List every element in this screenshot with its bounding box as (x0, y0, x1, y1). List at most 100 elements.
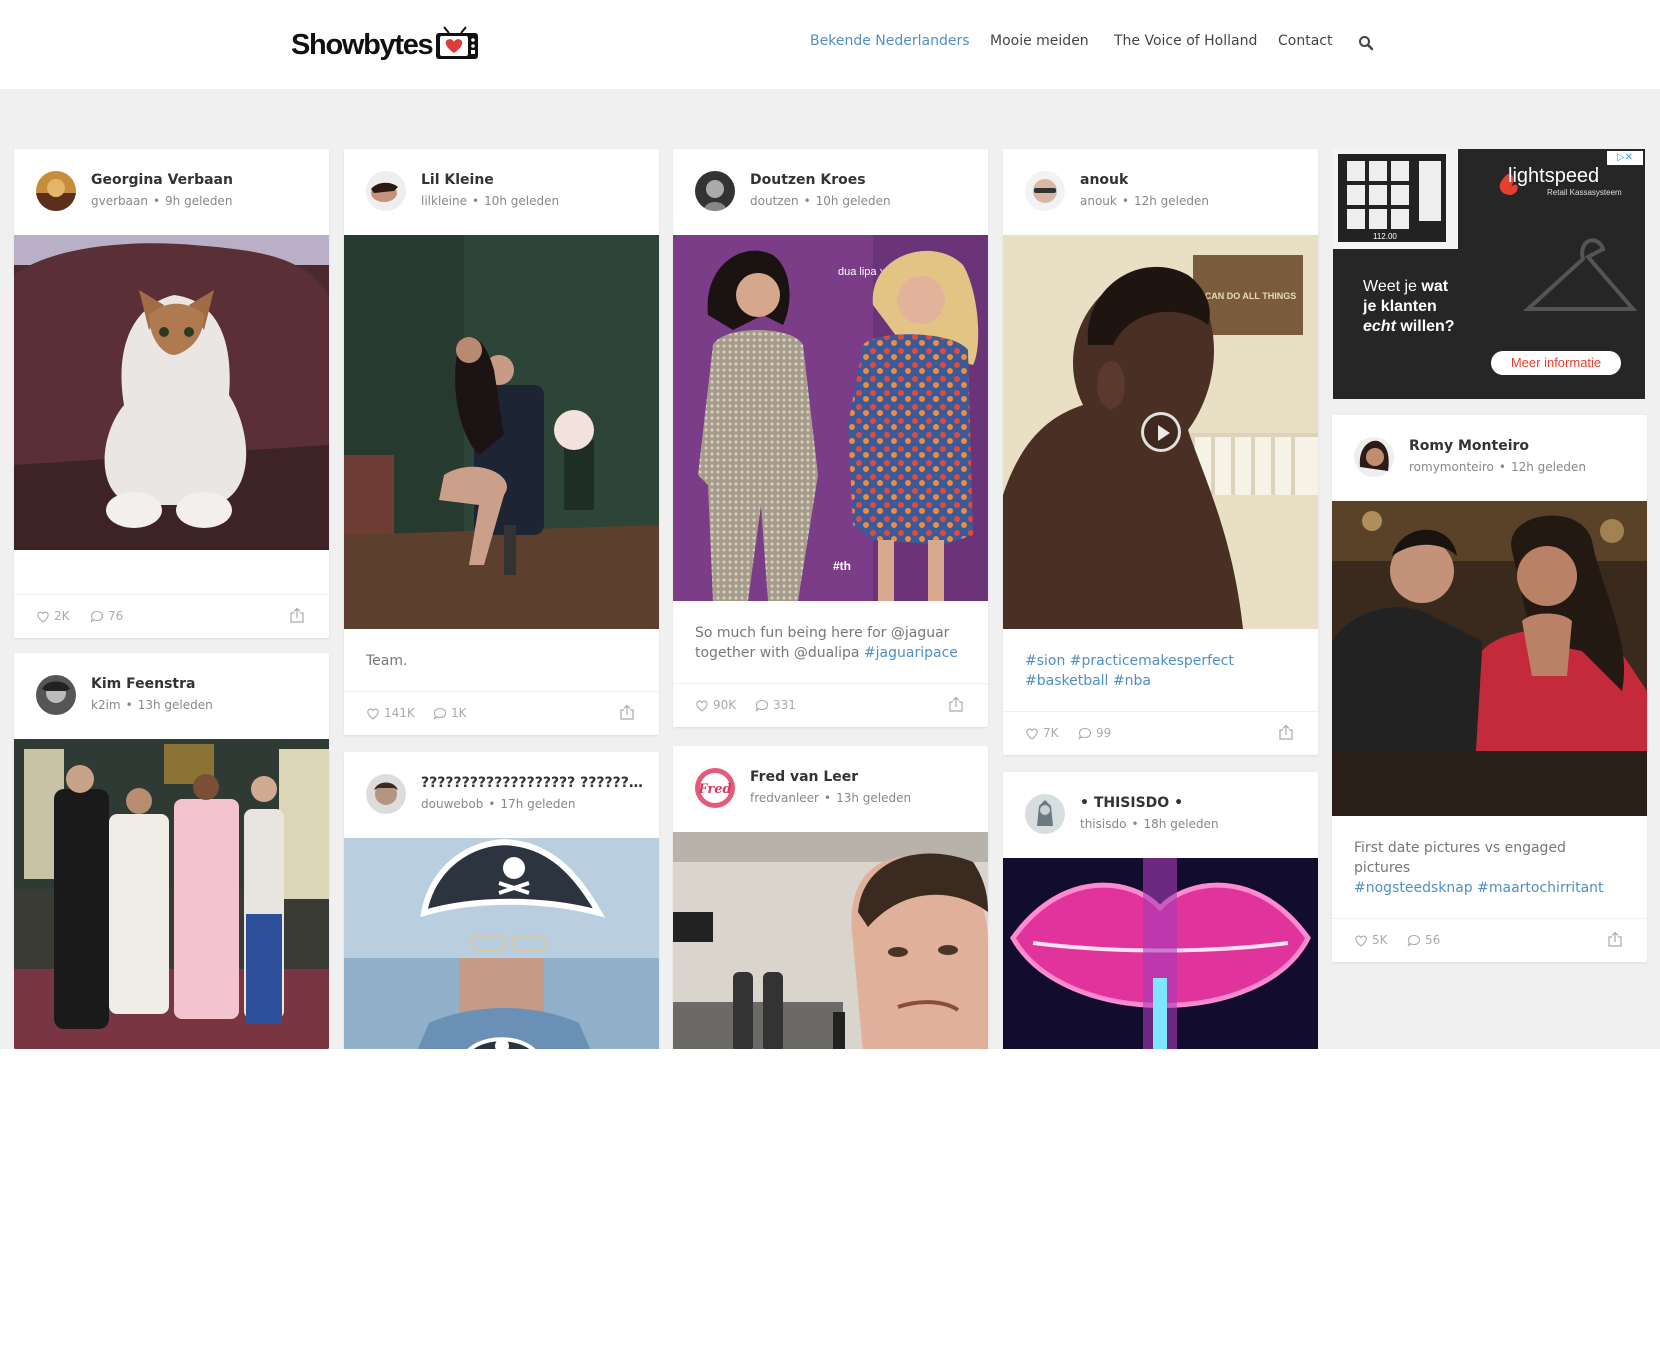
nav-bekende-nederlanders[interactable]: Bekende Nederlanders (810, 33, 970, 49)
comments-count[interactable]: 331 (755, 698, 796, 712)
site-header: Showbytes Bekende Nederlanders Mooie mei… (0, 0, 1660, 89)
heart-icon (1355, 934, 1367, 947)
post-header: • THISISDO • thisisdo • 18h geleden (1003, 772, 1318, 858)
image-text: #th (833, 559, 851, 573)
post-author[interactable]: anouk (1080, 172, 1128, 188)
ad-choices-icon[interactable]: ▷✕ (1607, 151, 1643, 165)
post-handle[interactable]: k2im (91, 698, 121, 712)
share-icon[interactable] (619, 704, 635, 721)
comments-count[interactable]: 99 (1078, 726, 1111, 740)
post-card[interactable]: Lil Kleine lilkleine•10h geleden Team. (344, 149, 659, 735)
post-meta: doutzen • 10h geleden (750, 194, 891, 208)
advertisement[interactable]: 112.00 lightspeed Retail Kassasysteem We… (1333, 149, 1645, 399)
post-card[interactable]: anouk anouk • 12h geleden I CAN DO ALL THI… (1003, 149, 1318, 755)
avatar[interactable] (36, 171, 76, 211)
post-footer: 90K 331 (673, 683, 988, 727)
post-header: Kim Feenstra k2im • 13h geleden (14, 653, 329, 739)
post-card[interactable]: Doutzen Kroes doutzen • 10h geleden dua li… (673, 149, 988, 727)
post-footer: 7K 99 (1003, 711, 1318, 755)
caption-hashtag[interactable]: #sion #practicemakesperfect #basketball … (1025, 653, 1234, 689)
post-time: 13h geleden (137, 698, 213, 712)
post-card[interactable]: Kim Feenstra k2im • 13h geleden (14, 653, 329, 1049)
post-card[interactable]: ??????????????????? ?????????... douwebo… (344, 752, 659, 1049)
search-icon[interactable] (1358, 35, 1374, 51)
post-caption: Team. (366, 653, 408, 669)
post-author[interactable]: Fred van Leer (750, 769, 858, 785)
post-handle[interactable]: douwebob (421, 797, 483, 811)
post-time: 10h geleden (484, 194, 560, 208)
post-author[interactable]: Lil Kleine (421, 172, 494, 188)
post-image-cat[interactable] (14, 235, 329, 550)
post-card[interactable]: Fred Fred van Leer fredvanleer • 13h geled… (673, 746, 988, 1049)
ad-headline: Weet je wat je klanten echt willen? (1363, 277, 1483, 337)
play-icon[interactable] (1141, 412, 1181, 452)
post-author[interactable]: • THISISDO • (1080, 795, 1183, 811)
post-author[interactable]: Romy Monteiro (1409, 438, 1529, 454)
avatar[interactable] (366, 774, 406, 814)
post-time: 13h geleden (836, 791, 912, 805)
avatar[interactable] (695, 171, 735, 211)
avatar[interactable]: Fred (695, 768, 735, 808)
post-author[interactable]: Georgina Verbaan (91, 172, 233, 188)
post-author[interactable]: Kim Feenstra (91, 676, 195, 692)
comments-count[interactable]: 76 (90, 609, 123, 623)
post-card[interactable]: Romy Monteiro romymonteiro • 12h geleden F… (1332, 415, 1647, 962)
comments-value: 76 (108, 609, 124, 623)
avatar[interactable] (366, 171, 406, 211)
post-card[interactable]: • THISISDO • thisisdo • 18h geleden (1003, 772, 1318, 1049)
post-video-child[interactable]: I CAN DO ALL THINGS (1003, 235, 1318, 629)
post-card[interactable]: Georgina Verbaan gverbaan • 9h geleden 2… (14, 149, 329, 638)
nav-mooie-meiden[interactable]: Mooie meiden (990, 33, 1089, 49)
post-handle[interactable]: anouk (1080, 194, 1117, 208)
post-image-event[interactable]: dua lipa x jag #th (673, 235, 988, 601)
heart-icon (1026, 727, 1038, 740)
heart-icon (696, 699, 708, 712)
post-image-pirate[interactable] (344, 838, 659, 1049)
post-image-couple[interactable] (344, 235, 659, 629)
avatar[interactable] (36, 675, 76, 715)
comment-icon (1078, 727, 1092, 740)
post-image-selfie[interactable] (673, 832, 988, 1049)
post-handle[interactable]: romymonteiro (1409, 460, 1494, 474)
likes-value: 5K (1372, 933, 1388, 947)
comments-count[interactable]: 56 (1407, 933, 1440, 947)
ad-headline-bold: willen? (1395, 318, 1455, 335)
caption-hashtag[interactable]: #nogsteedsknap #maartochirritant (1354, 880, 1604, 896)
post-meta: fredvanleer • 13h geleden (750, 791, 912, 805)
avatar[interactable] (1025, 794, 1065, 834)
likes-count[interactable]: 7K (1025, 726, 1059, 740)
ad-cta-button[interactable]: Meer informatie (1491, 351, 1621, 375)
post-image-neon-lips[interactable] (1003, 858, 1318, 1049)
likes-value: 2K (54, 609, 70, 623)
post-image-group[interactable] (14, 739, 329, 1049)
post-header: Lil Kleine lilkleine • 10h geleden (344, 149, 659, 235)
likes-count[interactable]: 141K (366, 706, 415, 720)
post-meta: anouk • 12h geleden (1080, 194, 1209, 208)
post-author[interactable]: Doutzen Kroes (750, 172, 866, 188)
post-author[interactable]: ??????????????????? ?????????... (421, 775, 643, 791)
caption-text: First date pictures vs engaged pictures (1354, 840, 1566, 876)
share-icon[interactable] (289, 607, 305, 624)
nav-the-voice-of-holland[interactable]: The Voice of Holland (1114, 33, 1257, 49)
post-image-couple-dinner[interactable] (1332, 501, 1647, 816)
share-icon[interactable] (1278, 724, 1294, 741)
caption-hashtag[interactable]: #jaguaripace (864, 645, 958, 661)
share-icon[interactable] (1607, 931, 1623, 948)
likes-count[interactable]: 5K (1354, 933, 1388, 947)
post-handle[interactable]: doutzen (750, 194, 799, 208)
likes-value: 90K (713, 698, 737, 712)
likes-count[interactable]: 90K (695, 698, 736, 712)
post-handle[interactable]: fredvanleer (750, 791, 819, 805)
nav-contact[interactable]: Contact (1278, 33, 1332, 49)
ad-headline-part: Weet je (1363, 278, 1422, 295)
post-handle[interactable]: gverbaan (91, 194, 148, 208)
avatar[interactable] (1354, 437, 1394, 477)
comments-count[interactable]: 1K (433, 706, 467, 720)
post-handle[interactable]: thisisdo (1080, 817, 1126, 831)
avatar[interactable] (1025, 171, 1065, 211)
post-handle[interactable]: lilkleine (421, 194, 467, 208)
likes-count[interactable]: 2K (36, 609, 70, 623)
share-icon[interactable] (948, 696, 964, 713)
post-header: ??????????????????? ?????????... douwebo… (344, 752, 659, 838)
post-time: 9h geleden (165, 194, 233, 208)
